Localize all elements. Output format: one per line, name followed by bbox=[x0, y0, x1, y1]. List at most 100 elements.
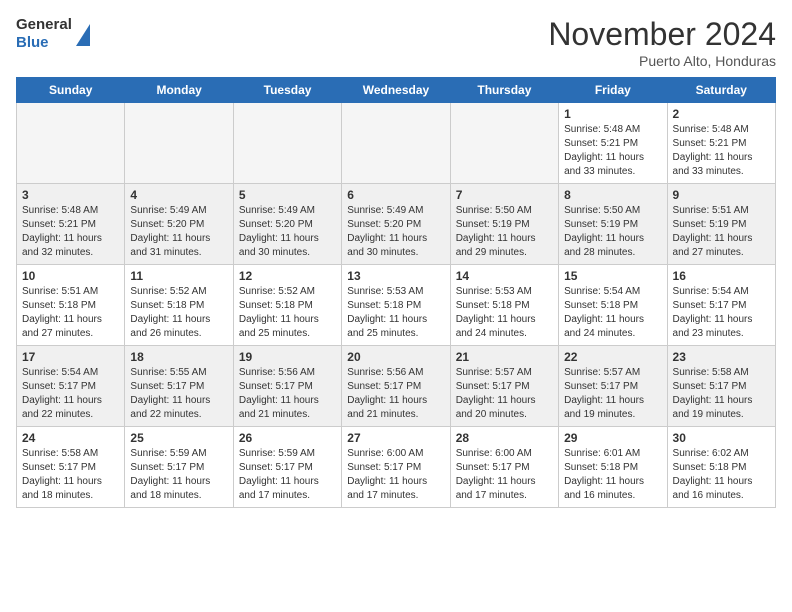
day-number: 6 bbox=[347, 188, 444, 202]
day-info: Sunrise: 5:55 AM Sunset: 5:17 PM Dayligh… bbox=[130, 366, 227, 422]
calendar-week-3: 17 Sunrise: 5:54 AM Sunset: 5:17 PM Dayli… bbox=[17, 346, 776, 427]
day-info: Sunrise: 6:02 AM Sunset: 5:18 PM Dayligh… bbox=[673, 447, 770, 503]
calendar-cell: 10Sunrise: 5:51 AM Sunset: 5:18 PM Dayli… bbox=[17, 265, 125, 346]
day-info: Sunrise: 5:58 AM Sunset: 5:17 PM Dayligh… bbox=[673, 366, 770, 422]
month-title: November 2024 bbox=[548, 16, 776, 53]
calendar-cell bbox=[450, 103, 558, 184]
day-number: 1 bbox=[564, 107, 661, 121]
calendar-cell: 25 Sunrise: 5:59 AM Sunset: 5:17 PM Dayli… bbox=[125, 427, 233, 508]
weekday-header-monday: Monday bbox=[125, 78, 233, 103]
day-info: Sunrise: 5:57 AM Sunset: 5:17 PM Dayligh… bbox=[564, 366, 661, 422]
calendar-cell: 1 Sunrise: 5:48 AM Sunset: 5:21 PM Daylig… bbox=[559, 103, 667, 184]
calendar-cell: 27 Sunrise: 6:00 AM Sunset: 5:17 PM Dayli… bbox=[342, 427, 450, 508]
day-info: Sunrise: 5:51 AM Sunset: 5:18 PM Dayligh… bbox=[22, 285, 119, 341]
day-number: 29 bbox=[564, 431, 661, 445]
day-info: Sunrise: 5:58 AM Sunset: 5:17 PM Dayligh… bbox=[22, 447, 119, 503]
day-number: 23 bbox=[673, 350, 770, 364]
calendar-cell: 17 Sunrise: 5:54 AM Sunset: 5:17 PM Dayli… bbox=[17, 346, 125, 427]
day-info: Sunrise: 6:00 AM Sunset: 5:17 PM Dayligh… bbox=[456, 447, 553, 503]
day-info: Sunrise: 5:53 AM Sunset: 5:18 PM Dayligh… bbox=[347, 285, 444, 341]
calendar-cell: 3 Sunrise: 5:48 AM Sunset: 5:21 PM Daylig… bbox=[17, 184, 125, 265]
day-info: Sunrise: 5:56 AM Sunset: 5:17 PM Dayligh… bbox=[239, 366, 336, 422]
day-number: 16 bbox=[673, 269, 770, 283]
calendar-cell bbox=[233, 103, 341, 184]
day-info: Sunrise: 5:54 AM Sunset: 5:17 PM Dayligh… bbox=[22, 366, 119, 422]
calendar-cell: 13 Sunrise: 5:53 AM Sunset: 5:18 PM Dayli… bbox=[342, 265, 450, 346]
location: Puerto Alto, Honduras bbox=[548, 53, 776, 69]
day-info: Sunrise: 5:52 AM Sunset: 5:18 PM Dayligh… bbox=[130, 285, 227, 341]
day-info: Sunrise: 5:52 AM Sunset: 5:18 PM Dayligh… bbox=[239, 285, 336, 341]
calendar-week-0: 1 Sunrise: 5:48 AM Sunset: 5:21 PM Daylig… bbox=[17, 103, 776, 184]
day-number: 19 bbox=[239, 350, 336, 364]
calendar-cell: 20 Sunrise: 5:56 AM Sunset: 5:17 PM Dayli… bbox=[342, 346, 450, 427]
weekday-header-tuesday: Tuesday bbox=[233, 78, 341, 103]
logo: General Blue bbox=[16, 16, 90, 52]
calendar-cell: 7Sunrise: 5:50 AM Sunset: 5:19 PM Daylig… bbox=[450, 184, 558, 265]
day-info: Sunrise: 5:54 AM Sunset: 5:18 PM Dayligh… bbox=[564, 285, 661, 341]
calendar-cell: 21 Sunrise: 5:57 AM Sunset: 5:17 PM Dayli… bbox=[450, 346, 558, 427]
day-info: Sunrise: 6:01 AM Sunset: 5:18 PM Dayligh… bbox=[564, 447, 661, 503]
calendar-cell: 2 Sunrise: 5:48 AM Sunset: 5:21 PM Daylig… bbox=[667, 103, 775, 184]
day-info: Sunrise: 5:49 AM Sunset: 5:20 PM Dayligh… bbox=[130, 204, 227, 260]
logo-line2: Blue bbox=[16, 34, 72, 52]
calendar-cell: 15Sunrise: 5:54 AM Sunset: 5:18 PM Dayli… bbox=[559, 265, 667, 346]
calendar-cell: 26Sunrise: 5:59 AM Sunset: 5:17 PM Dayli… bbox=[233, 427, 341, 508]
day-number: 7 bbox=[456, 188, 553, 202]
day-info: Sunrise: 6:00 AM Sunset: 5:17 PM Dayligh… bbox=[347, 447, 444, 503]
calendar-cell: 14 Sunrise: 5:53 AM Sunset: 5:18 PM Dayli… bbox=[450, 265, 558, 346]
calendar-cell: 24 Sunrise: 5:58 AM Sunset: 5:17 PM Dayli… bbox=[17, 427, 125, 508]
day-number: 4 bbox=[130, 188, 227, 202]
day-info: Sunrise: 5:48 AM Sunset: 5:21 PM Dayligh… bbox=[564, 123, 661, 179]
calendar-cell: 18Sunrise: 5:55 AM Sunset: 5:17 PM Dayli… bbox=[125, 346, 233, 427]
day-number: 24 bbox=[22, 431, 119, 445]
calendar-cell: 16 Sunrise: 5:54 AM Sunset: 5:17 PM Dayli… bbox=[667, 265, 775, 346]
day-number: 11 bbox=[130, 269, 227, 283]
calendar-cell bbox=[125, 103, 233, 184]
weekday-header-wednesday: Wednesday bbox=[342, 78, 450, 103]
weekday-header-saturday: Saturday bbox=[667, 78, 775, 103]
weekday-header-friday: Friday bbox=[559, 78, 667, 103]
calendar-cell: 23 Sunrise: 5:58 AM Sunset: 5:17 PM Dayli… bbox=[667, 346, 775, 427]
day-info: Sunrise: 5:59 AM Sunset: 5:17 PM Dayligh… bbox=[130, 447, 227, 503]
calendar-cell: 30 Sunrise: 6:02 AM Sunset: 5:18 PM Dayli… bbox=[667, 427, 775, 508]
day-number: 30 bbox=[673, 431, 770, 445]
day-number: 25 bbox=[130, 431, 227, 445]
day-number: 14 bbox=[456, 269, 553, 283]
calendar-cell: 19 Sunrise: 5:56 AM Sunset: 5:17 PM Dayli… bbox=[233, 346, 341, 427]
calendar-cell: 28 Sunrise: 6:00 AM Sunset: 5:17 PM Dayli… bbox=[450, 427, 558, 508]
day-number: 13 bbox=[347, 269, 444, 283]
day-info: Sunrise: 5:48 AM Sunset: 5:21 PM Dayligh… bbox=[22, 204, 119, 260]
day-number: 8 bbox=[564, 188, 661, 202]
day-info: Sunrise: 5:49 AM Sunset: 5:20 PM Dayligh… bbox=[347, 204, 444, 260]
calendar-cell: 8 Sunrise: 5:50 AM Sunset: 5:19 PM Daylig… bbox=[559, 184, 667, 265]
calendar-week-1: 3 Sunrise: 5:48 AM Sunset: 5:21 PM Daylig… bbox=[17, 184, 776, 265]
day-info: Sunrise: 5:57 AM Sunset: 5:17 PM Dayligh… bbox=[456, 366, 553, 422]
day-info: Sunrise: 5:48 AM Sunset: 5:21 PM Dayligh… bbox=[673, 123, 770, 179]
day-info: Sunrise: 5:50 AM Sunset: 5:19 PM Dayligh… bbox=[564, 204, 661, 260]
day-number: 2 bbox=[673, 107, 770, 121]
calendar-cell: 4 Sunrise: 5:49 AM Sunset: 5:20 PM Daylig… bbox=[125, 184, 233, 265]
day-info: Sunrise: 5:54 AM Sunset: 5:17 PM Dayligh… bbox=[673, 285, 770, 341]
day-number: 22 bbox=[564, 350, 661, 364]
calendar-cell: 12Sunrise: 5:52 AM Sunset: 5:18 PM Dayli… bbox=[233, 265, 341, 346]
day-number: 26 bbox=[239, 431, 336, 445]
calendar-cell bbox=[342, 103, 450, 184]
day-number: 21 bbox=[456, 350, 553, 364]
calendar-cell: 29 Sunrise: 6:01 AM Sunset: 5:18 PM Dayli… bbox=[559, 427, 667, 508]
calendar-cell: 22 Sunrise: 5:57 AM Sunset: 5:17 PM Dayli… bbox=[559, 346, 667, 427]
day-info: Sunrise: 5:49 AM Sunset: 5:20 PM Dayligh… bbox=[239, 204, 336, 260]
day-info: Sunrise: 5:53 AM Sunset: 5:18 PM Dayligh… bbox=[456, 285, 553, 341]
weekday-header-row: SundayMondayTuesdayWednesdayThursdayFrid… bbox=[17, 78, 776, 103]
calendar-cell: 6 Sunrise: 5:49 AM Sunset: 5:20 PM Daylig… bbox=[342, 184, 450, 265]
weekday-header-thursday: Thursday bbox=[450, 78, 558, 103]
calendar-cell: 5 Sunrise: 5:49 AM Sunset: 5:20 PM Daylig… bbox=[233, 184, 341, 265]
day-number: 5 bbox=[239, 188, 336, 202]
day-number: 28 bbox=[456, 431, 553, 445]
day-number: 20 bbox=[347, 350, 444, 364]
title-block: November 2024 Puerto Alto, Honduras bbox=[548, 16, 776, 69]
day-info: Sunrise: 5:56 AM Sunset: 5:17 PM Dayligh… bbox=[347, 366, 444, 422]
day-number: 17 bbox=[22, 350, 119, 364]
day-number: 27 bbox=[347, 431, 444, 445]
day-number: 3 bbox=[22, 188, 119, 202]
page-header: General Blue November 2024 Puerto Alto, … bbox=[16, 16, 776, 69]
